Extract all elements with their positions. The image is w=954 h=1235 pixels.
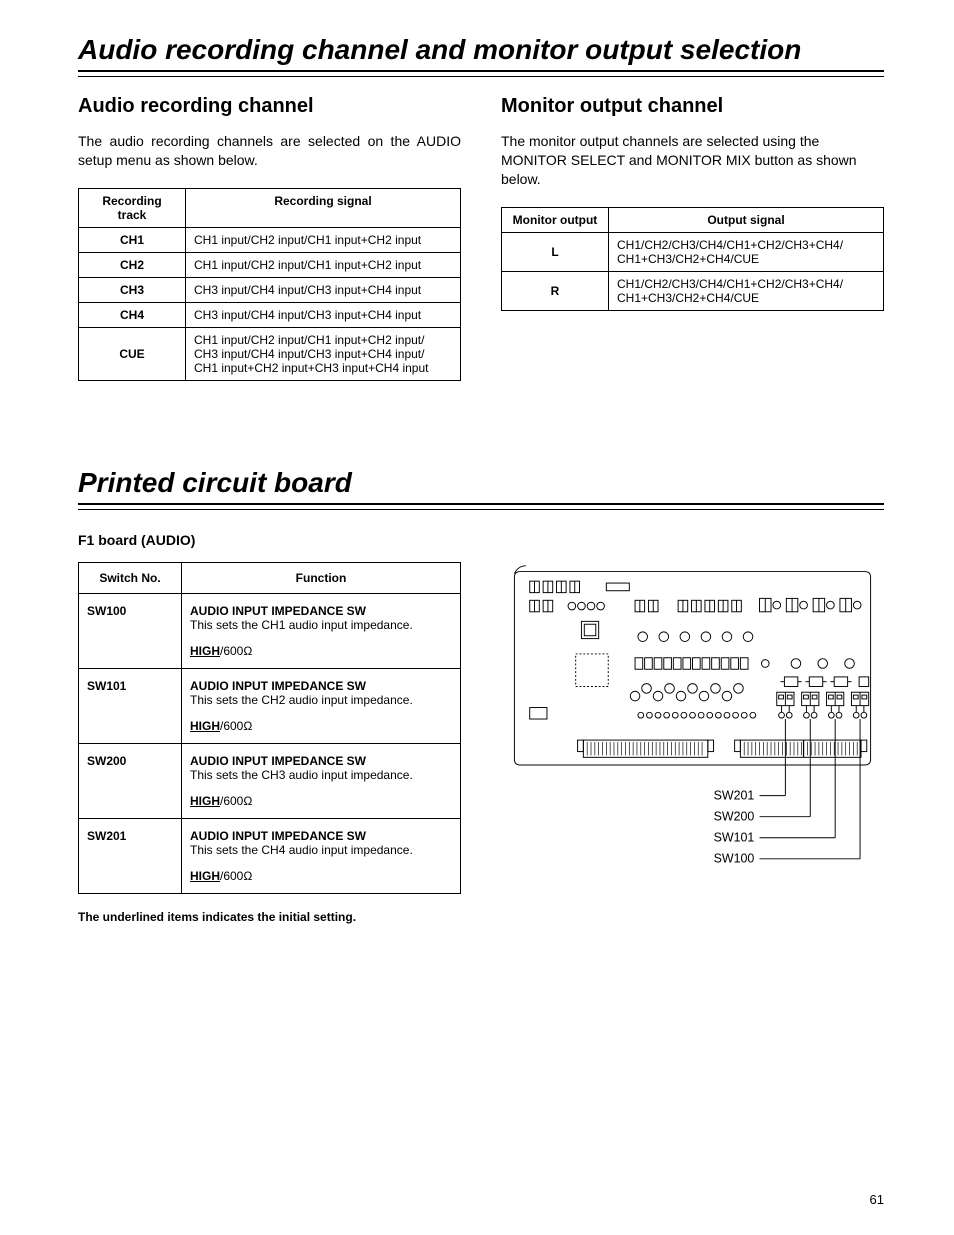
pcb-label-sw201: SW201 <box>714 788 755 802</box>
audio-track: CUE <box>79 327 186 380</box>
table-row: SW201 AUDIO INPUT IMPEDANCE SW This sets… <box>79 818 461 893</box>
switch-fn-desc: This sets the CH3 audio input impedance. <box>190 768 452 782</box>
audio-signal: CH3 input/CH4 input/CH3 input+CH4 input <box>186 302 461 327</box>
table-row: L CH1/CH2/CH3/CH4/CH1+CH2/CH3+CH4/ CH1+C… <box>502 232 884 271</box>
switch-th-fn: Function <box>182 562 461 593</box>
title-rule-2 <box>78 503 884 510</box>
audio-track: CH3 <box>79 277 186 302</box>
monitor-paragraph: The monitor output channels are selected… <box>501 132 884 189</box>
audio-signal: CH1 input/CH2 input/CH1 input+CH2 input/… <box>186 327 461 380</box>
monitor-heading: Monitor output channel <box>501 95 884 118</box>
audio-signal: CH1 input/CH2 input/CH1 input+CH2 input <box>186 227 461 252</box>
table-row: R CH1/CH2/CH3/CH4/CH1+CH2/CH3+CH4/ CH1+C… <box>502 271 884 310</box>
switch-fn-cell: AUDIO INPUT IMPEDANCE SW This sets the C… <box>182 818 461 893</box>
audio-track: CH4 <box>79 302 186 327</box>
page-title-2: Printed circuit board <box>78 467 884 499</box>
table-row: CH4 CH3 input/CH4 input/CH3 input+CH4 in… <box>79 302 461 327</box>
switch-fn-head: AUDIO INPUT IMPEDANCE SW <box>190 754 452 768</box>
monitor-signal: CH1/CH2/CH3/CH4/CH1+CH2/CH3+CH4/ CH1+CH3… <box>609 271 884 310</box>
audio-th-track: Recording track <box>79 188 186 227</box>
table-row: CUE CH1 input/CH2 input/CH1 input+CH2 in… <box>79 327 461 380</box>
columns-bottom: Switch No. Function SW100 AUDIO INPUT IM… <box>78 562 884 924</box>
monitor-out: L <box>502 232 609 271</box>
switch-fn-cell: AUDIO INPUT IMPEDANCE SW This sets the C… <box>182 593 461 668</box>
switch-fn-cell: AUDIO INPUT IMPEDANCE SW This sets the C… <box>182 668 461 743</box>
table-row: CH2 CH1 input/CH2 input/CH1 input+CH2 in… <box>79 252 461 277</box>
switch-table: Switch No. Function SW100 AUDIO INPUT IM… <box>78 562 461 894</box>
audio-column: Audio recording channel The audio record… <box>78 95 461 381</box>
monitor-th-signal: Output signal <box>609 207 884 232</box>
switch-no: SW200 <box>79 743 182 818</box>
page-title-1: Audio recording channel and monitor outp… <box>78 34 884 66</box>
audio-track: CH2 <box>79 252 186 277</box>
table-row: SW200 AUDIO INPUT IMPEDANCE SW This sets… <box>79 743 461 818</box>
switch-default: HIGH <box>190 794 220 808</box>
audio-heading: Audio recording channel <box>78 95 461 118</box>
pcb-label-sw101: SW101 <box>714 830 755 844</box>
table-row: SW101 AUDIO INPUT IMPEDANCE SW This sets… <box>79 668 461 743</box>
monitor-signal: CH1/CH2/CH3/CH4/CH1+CH2/CH3+CH4/ CH1+CH3… <box>609 232 884 271</box>
switch-default: HIGH <box>190 869 220 883</box>
audio-paragraph: The audio recording channels are selecte… <box>78 132 461 170</box>
f1-subheading: F1 board (AUDIO) <box>78 532 884 548</box>
switch-default: HIGH <box>190 644 220 658</box>
title-rule-1 <box>78 70 884 77</box>
switch-no: SW101 <box>79 668 182 743</box>
audio-signal: CH1 input/CH2 input/CH1 input+CH2 input <box>186 252 461 277</box>
audio-th-signal: Recording signal <box>186 188 461 227</box>
table-row: SW100 AUDIO INPUT IMPEDANCE SW This sets… <box>79 593 461 668</box>
switch-setting: HIGH/600Ω <box>190 869 452 883</box>
audio-signal: CH3 input/CH4 input/CH3 input+CH4 input <box>186 277 461 302</box>
underline-note: The underlined items indicates the initi… <box>78 910 461 924</box>
switch-fn-cell: AUDIO INPUT IMPEDANCE SW This sets the C… <box>182 743 461 818</box>
monitor-th-output: Monitor output <box>502 207 609 232</box>
table-row: CH3 CH3 input/CH4 input/CH3 input+CH4 in… <box>79 277 461 302</box>
switch-fn-desc: This sets the CH1 audio input impedance. <box>190 618 452 632</box>
switch-default: HIGH <box>190 719 220 733</box>
pcb-diagram-column: SW201 SW200 SW101 SW100 <box>501 562 884 924</box>
audio-table: Recording track Recording signal CH1 CH1… <box>78 188 461 381</box>
switch-setting: HIGH/600Ω <box>190 794 452 808</box>
pcb-diagram: SW201 SW200 SW101 SW100 <box>501 562 884 893</box>
switch-table-column: Switch No. Function SW100 AUDIO INPUT IM… <box>78 562 461 924</box>
pcb-label-sw200: SW200 <box>714 809 755 823</box>
monitor-table: Monitor output Output signal L CH1/CH2/C… <box>501 207 884 311</box>
audio-track: CH1 <box>79 227 186 252</box>
switch-no: SW201 <box>79 818 182 893</box>
switch-th-no: Switch No. <box>79 562 182 593</box>
switch-alt: /600Ω <box>220 644 252 658</box>
monitor-column: Monitor output channel The monitor outpu… <box>501 95 884 381</box>
switch-setting: HIGH/600Ω <box>190 644 452 658</box>
switch-setting: HIGH/600Ω <box>190 719 452 733</box>
columns-top: Audio recording channel The audio record… <box>78 95 884 381</box>
switch-fn-desc: This sets the CH4 audio input impedance. <box>190 843 452 857</box>
pcb-icon: SW201 SW200 SW101 SW100 <box>501 562 884 888</box>
switch-fn-desc: This sets the CH2 audio input impedance. <box>190 693 452 707</box>
switch-alt: /600Ω <box>220 869 252 883</box>
switch-fn-head: AUDIO INPUT IMPEDANCE SW <box>190 604 452 618</box>
monitor-out: R <box>502 271 609 310</box>
switch-fn-head: AUDIO INPUT IMPEDANCE SW <box>190 679 452 693</box>
switch-no: SW100 <box>79 593 182 668</box>
table-row: CH1 CH1 input/CH2 input/CH1 input+CH2 in… <box>79 227 461 252</box>
page-number: 61 <box>870 1192 884 1207</box>
pcb-label-sw100: SW100 <box>714 851 755 865</box>
switch-alt: /600Ω <box>220 794 252 808</box>
switch-fn-head: AUDIO INPUT IMPEDANCE SW <box>190 829 452 843</box>
switch-alt: /600Ω <box>220 719 252 733</box>
